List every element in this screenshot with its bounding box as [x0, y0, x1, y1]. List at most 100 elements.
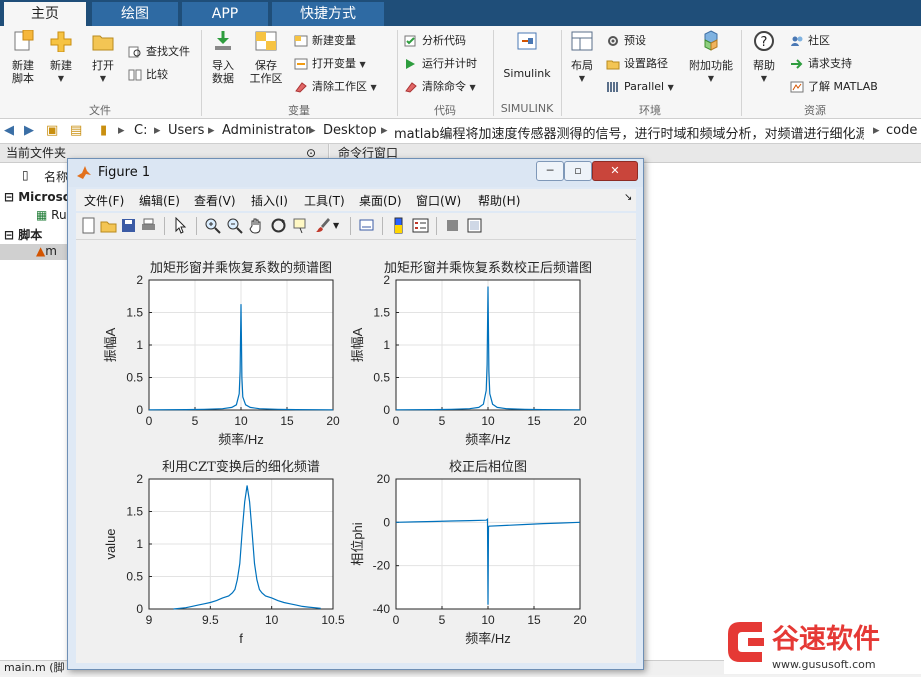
tab-plots[interactable]: 绘图 [92, 2, 178, 26]
y-tick-label: 0 [136, 403, 143, 417]
print-icon[interactable] [140, 217, 157, 234]
tab-shortcuts[interactable]: 快捷方式 [272, 2, 384, 26]
figure-title-bar[interactable]: Figure 1 ─ ▫ ✕ [68, 159, 643, 187]
tab-home[interactable]: 主页 [4, 2, 86, 26]
set-path-button[interactable]: 设置路径 [606, 55, 668, 73]
zoom-out-icon[interactable] [226, 217, 243, 234]
tab-apps[interactable]: APP [182, 2, 268, 26]
x-tick-label: 0 [146, 414, 153, 428]
menu-help[interactable]: 帮助(H) [478, 192, 520, 209]
import-data-button[interactable]: 导入 数据 [206, 30, 240, 85]
community-button[interactable]: 社区 [790, 32, 830, 50]
path-segment[interactable]: code [886, 123, 917, 138]
tree-group-scripts[interactable]: ⊟ 脚本 [4, 226, 42, 243]
ribbon-tab-bar: 主页 绘图 APP 快捷方式 [0, 0, 921, 26]
learn-matlab-button[interactable]: 了解 MATLAB [790, 78, 878, 96]
watermark-logo: 谷速软件 www.gususoft.com [724, 616, 921, 674]
learn-matlab-icon [790, 81, 804, 93]
menu-tools[interactable]: 工具(T) [304, 192, 345, 209]
group-label-environment: 环境 [639, 104, 661, 117]
new-button[interactable]: 新建 ▼ [44, 30, 78, 85]
help-button[interactable]: ? 帮助 ▼ [748, 30, 780, 85]
parallel-button[interactable]: Parallel ▼ [606, 78, 674, 96]
clear-workspace-caret: ▼ [370, 83, 377, 92]
up-folder-icon[interactable]: ▣ [46, 123, 58, 138]
brush-icon[interactable] [314, 217, 331, 234]
layout-caret: ▼ [578, 74, 586, 83]
list-item-label: m [45, 244, 57, 258]
matlab-logo-icon [77, 166, 91, 179]
group-label-file: 文件 [89, 104, 111, 117]
new-figure-icon[interactable] [80, 217, 97, 234]
hide-plot-tools-icon[interactable] [444, 217, 461, 234]
back-arrow-icon[interactable]: ◀ [4, 123, 14, 138]
group-label-resources: 资源 [804, 104, 826, 117]
menu-edit[interactable]: 编辑(E) [139, 192, 180, 209]
menu-dock-icon[interactable]: ↘ [624, 192, 632, 203]
y-tick-label: 2 [136, 273, 143, 287]
path-segment[interactable]: Administrator [222, 123, 311, 138]
analyze-code-button[interactable]: 分析代码 [404, 32, 466, 50]
new-variable-button[interactable]: 新建变量 [294, 32, 356, 50]
menu-window[interactable]: 窗口(W) [416, 192, 461, 209]
pointer-icon[interactable] [172, 217, 189, 234]
path-segment[interactable]: Desktop [323, 123, 377, 138]
path-separator-icon: ▸ [208, 123, 215, 138]
menu-insert[interactable]: 插入(I) [251, 192, 288, 209]
find-files-button[interactable]: 查找文件 [128, 43, 190, 61]
minimize-button[interactable]: ─ [536, 161, 564, 181]
y-tick-label: 0 [383, 515, 390, 529]
clear-workspace-button[interactable]: 清除工作区 ▼ [294, 78, 377, 96]
menu-desktop[interactable]: 桌面(D) [359, 192, 402, 209]
open-button[interactable]: 打开 ▼ [86, 30, 120, 85]
brush-dropdown-caret[interactable]: ▼ [333, 217, 350, 234]
close-button[interactable]: ✕ [592, 161, 638, 181]
path-segment[interactable]: Users [168, 123, 204, 138]
x-tick-label: 5 [439, 613, 446, 627]
path-segment[interactable]: matlab编程将加速度传感器测得的信号，进行时域和频域分析，对频谱进行细化源码… [394, 123, 864, 142]
figure-plot-area: 0 5 10 15 20 0 0.5 1 1.5 2 加矩形窗并乘恢复系数的频谱图 频率/Hz 振幅A 0… [76, 240, 636, 663]
x-tick-label: 10 [481, 414, 495, 428]
compare-icon [128, 69, 142, 81]
list-item[interactable]: ▦ Ru [36, 208, 67, 222]
zoom-in-icon[interactable] [204, 217, 221, 234]
request-support-label: 请求支持 [808, 57, 852, 70]
link-plot-icon[interactable] [358, 217, 375, 234]
rotate-3d-icon[interactable] [270, 217, 287, 234]
name-column-header[interactable]: 名称 [44, 168, 68, 185]
save-workspace-button[interactable]: 保存 工作区 [246, 30, 286, 85]
new-script-button[interactable]: 新建 脚本 [6, 29, 40, 85]
save-icon[interactable] [120, 217, 137, 234]
browse-folder-icon[interactable]: ▤ [70, 123, 82, 138]
tree-group-microsoft[interactable]: ⊟ Microso [4, 190, 71, 204]
menu-file[interactable]: 文件(F) [84, 192, 124, 209]
request-support-button[interactable]: 请求支持 [790, 55, 852, 73]
path-segment[interactable]: C: [134, 123, 147, 138]
menu-view[interactable]: 查看(V) [194, 192, 236, 209]
list-item[interactable]: ▲m [0, 244, 70, 260]
colorbar-icon[interactable] [390, 217, 407, 234]
forward-arrow-icon[interactable]: ▶ [24, 123, 34, 138]
show-plot-tools-icon[interactable] [466, 217, 483, 234]
figure-window[interactable]: Figure 1 ─ ▫ ✕ 文件(F) 编辑(E) 查看(V) 插入(I) 工… [67, 158, 644, 670]
layout-button[interactable]: 布局 ▼ [566, 30, 598, 85]
open-variable-button[interactable]: 打开变量 ▼ [294, 55, 366, 73]
analyze-code-label: 分析代码 [422, 34, 466, 47]
compare-button[interactable]: 比较 [128, 66, 168, 84]
run-and-time-button[interactable]: 运行并计时 [404, 55, 477, 73]
find-files-label: 查找文件 [146, 45, 190, 58]
open-file-icon[interactable] [100, 217, 117, 234]
simulink-button[interactable]: Simulink [500, 30, 554, 80]
open-label: 打开 [92, 59, 114, 72]
x-tick-label: 0 [393, 613, 400, 627]
axes-title: 加矩形窗并乘恢复系数的频谱图 [150, 260, 332, 276]
axes-title: 校正后相位图 [449, 459, 527, 475]
maximize-button[interactable]: ▫ [564, 161, 592, 181]
legend-icon[interactable] [412, 217, 429, 234]
preferences-button[interactable]: 预设 [606, 32, 646, 50]
watermark-url: www.gususoft.com [772, 658, 876, 671]
data-cursor-icon[interactable] [292, 217, 309, 234]
pan-hand-icon[interactable] [248, 217, 265, 234]
add-ons-button[interactable]: 附加功能 ▼ [688, 30, 734, 85]
clear-commands-button[interactable]: 清除命令 ▼ [404, 78, 476, 96]
